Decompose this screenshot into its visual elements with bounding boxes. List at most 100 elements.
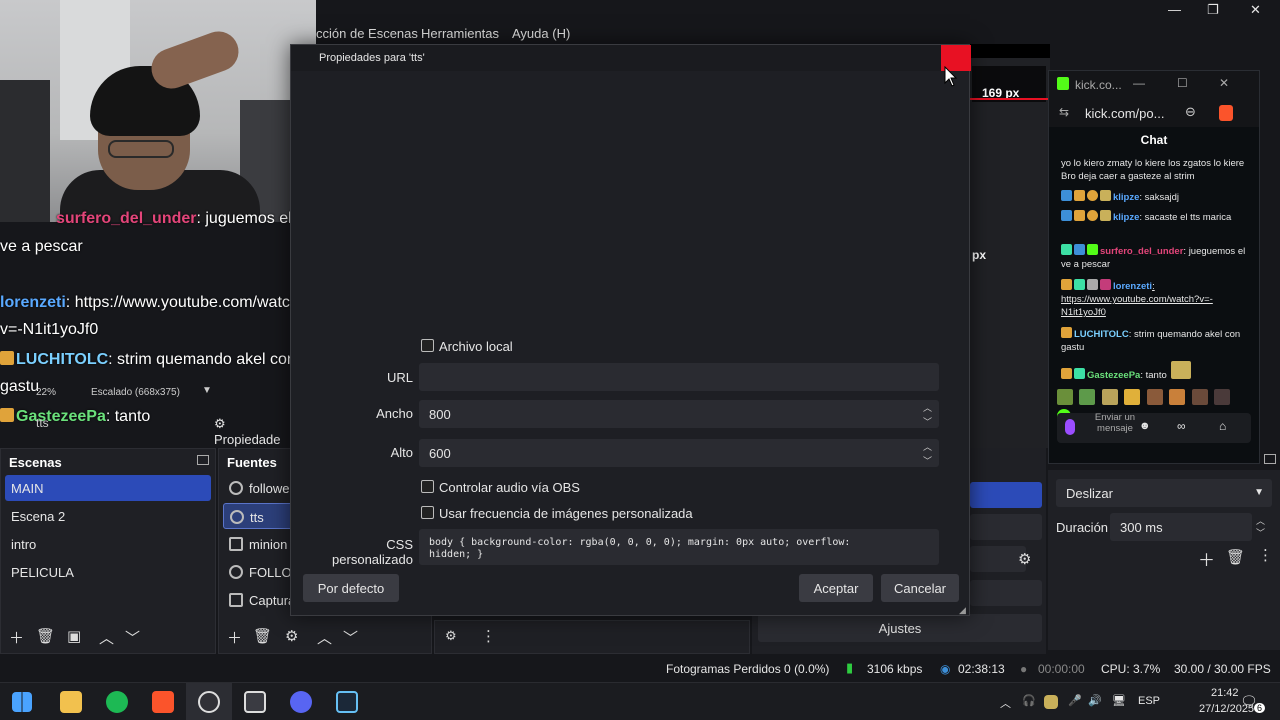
cancel-button[interactable]: Cancelar — [881, 574, 959, 602]
mic-icon[interactable] — [1065, 419, 1075, 435]
transition-select[interactable]: Deslizar ▼ — [1056, 479, 1272, 507]
emote-icon[interactable] — [1169, 389, 1186, 405]
chevron-down-icon[interactable]: ▼ — [202, 385, 212, 396]
spin-up-icon[interactable]: ︿ — [923, 401, 932, 414]
emote-icon[interactable] — [1057, 389, 1073, 405]
infinity-icon[interactable]: ∞ — [1177, 419, 1186, 433]
obs-icon[interactable] — [198, 691, 220, 713]
maximize-button[interactable]: ☐ — [1177, 76, 1188, 90]
menu-help[interactable]: Ayuda (H) — [512, 26, 570, 41]
remove-source-button[interactable]: 🗑 — [253, 627, 272, 645]
emote-icon[interactable] — [1214, 389, 1231, 405]
audio-checkbox[interactable] — [421, 480, 434, 493]
close-button[interactable]: ✕ — [1250, 2, 1261, 18]
url-input[interactable] — [419, 363, 939, 391]
chevron-up-icon[interactable]: ︿ — [1000, 695, 1011, 711]
remove-scene-button[interactable]: 🗑 — [36, 627, 55, 645]
menu-scene-collection[interactable]: cción de Escenas — [316, 26, 418, 41]
add-source-button[interactable]: ＋ — [227, 627, 242, 648]
controls-active-button[interactable] — [970, 482, 1042, 508]
scene-item-pelicula[interactable]: PELICULA — [5, 559, 211, 585]
mixer-settings-icon[interactable]: ⚙ — [445, 628, 457, 644]
zoom-icon[interactable]: ⊖ — [1185, 104, 1196, 120]
spin-up-icon[interactable]: ︿ — [923, 440, 932, 453]
more-icon[interactable]: ⋮ — [1258, 546, 1273, 564]
move-up-button[interactable]: ︿ — [317, 627, 332, 648]
scene-item-intro[interactable]: intro — [5, 531, 211, 557]
emote-icon[interactable] — [1191, 389, 1208, 405]
language-indicator[interactable]: ESP — [1138, 695, 1160, 707]
file-explorer-icon[interactable] — [60, 691, 82, 713]
move-down-button[interactable]: ﹀ — [343, 627, 358, 648]
chat-user[interactable]: lorenzeti — [1113, 281, 1152, 292]
chat-user[interactable]: LUCHITOLC — [1074, 329, 1129, 340]
minimize-button[interactable]: — — [1168, 2, 1181, 17]
microphone-icon[interactable]: 🎤 — [1068, 694, 1082, 707]
spotify-icon[interactable] — [106, 691, 128, 713]
app-icon[interactable] — [244, 691, 266, 713]
more-icon[interactable]: ⋮ — [481, 627, 496, 645]
source-item-tts[interactable]: tts — [223, 503, 293, 529]
emoji-icon[interactable]: ☻ — [1139, 420, 1151, 432]
defaults-button[interactable]: Por defecto — [303, 574, 399, 602]
transition-settings-button[interactable]: Ajustes — [758, 614, 1042, 642]
resize-grip-icon[interactable]: ◢ — [959, 605, 966, 616]
minimize-button[interactable]: — — [1133, 76, 1145, 90]
url-field[interactable]: kick.com/po... — [1085, 106, 1164, 121]
chat-user[interactable]: klipze — [1113, 212, 1139, 223]
maximize-button[interactable]: ❐ — [1207, 2, 1219, 18]
steam-icon[interactable] — [336, 691, 358, 713]
source-item-follow[interactable]: FOLLOW — [223, 559, 293, 585]
properties-button[interactable]: ⚙ Propiedade — [210, 412, 294, 447]
spin-down-icon[interactable]: ﹀ — [923, 415, 932, 428]
css-input[interactable]: body { background-color: rgba(0, 0, 0, 0… — [419, 529, 939, 565]
store-icon[interactable]: ⌂ — [1219, 419, 1226, 433]
gear-icon[interactable]: ⚙ — [285, 627, 298, 645]
controls-button[interactable] — [970, 580, 1042, 606]
headset-icon[interactable]: 🎧 — [1022, 694, 1036, 707]
brave-shield-icon[interactable] — [1219, 105, 1233, 121]
undock-icon[interactable] — [197, 455, 209, 465]
local-file-checkbox[interactable] — [421, 339, 434, 352]
emote-icon[interactable] — [1101, 389, 1118, 405]
spin-down-icon[interactable]: ﹀ — [1256, 526, 1265, 539]
height-input[interactable]: 600 — [419, 439, 939, 467]
chat-user[interactable]: surfero_del_under — [1100, 246, 1183, 257]
move-up-button[interactable]: ︿ — [99, 627, 114, 648]
add-scene-button[interactable]: ＋ — [9, 627, 24, 648]
chat-user[interactable]: klipze — [1113, 192, 1139, 203]
emote-icon[interactable] — [1079, 389, 1096, 405]
gear-icon[interactable]: ⚙ — [1018, 550, 1031, 568]
network-icon[interactable]: 🖥 — [1112, 694, 1126, 707]
source-item-followe[interactable]: followe — [223, 475, 293, 501]
remove-transition-button[interactable]: 🗑 — [1226, 548, 1245, 566]
undock-icon[interactable] — [1264, 454, 1276, 464]
source-item-captura[interactable]: Captura — [223, 587, 293, 613]
source-item-minion[interactable]: minion — [223, 531, 293, 557]
brave-icon[interactable] — [152, 691, 174, 713]
chat-input[interactable]: Enviar un mensaje ☻ ∞ ⌂ — [1057, 412, 1251, 443]
emote-icon[interactable] — [1124, 389, 1141, 405]
filters-icon[interactable]: ▣ — [67, 627, 81, 645]
width-input[interactable]: 800 — [419, 400, 939, 428]
live-time: 02:38:13 — [958, 662, 1005, 676]
fps-checkbox[interactable] — [421, 506, 434, 519]
spin-down-icon[interactable]: ﹀ — [923, 454, 932, 467]
move-down-button[interactable]: ﹀ — [125, 627, 140, 648]
emote-icon[interactable] — [1146, 389, 1163, 405]
volume-icon[interactable]: 🔊 — [1088, 694, 1102, 707]
close-button[interactable]: ✕ — [1219, 76, 1229, 90]
chat-user[interactable]: GastezeePa — [1087, 370, 1140, 381]
add-transition-button[interactable]: ＋ — [1198, 546, 1215, 571]
menu-tools[interactable]: Herramientas — [421, 26, 499, 41]
windows-start-icon[interactable] — [12, 692, 32, 712]
controls-button[interactable] — [970, 514, 1042, 540]
clock-time[interactable]: 21:42 — [1211, 687, 1239, 699]
discord-icon[interactable] — [290, 691, 312, 713]
scene-item-escena-2[interactable]: Escena 2 — [5, 503, 211, 529]
scene-item-main[interactable]: MAIN — [5, 475, 211, 501]
site-settings-icon[interactable]: ⇆ — [1059, 105, 1069, 119]
tray-app-icon[interactable] — [1044, 695, 1058, 709]
duration-input[interactable]: 300 ms — [1110, 513, 1252, 541]
accept-button[interactable]: Aceptar — [799, 574, 873, 602]
